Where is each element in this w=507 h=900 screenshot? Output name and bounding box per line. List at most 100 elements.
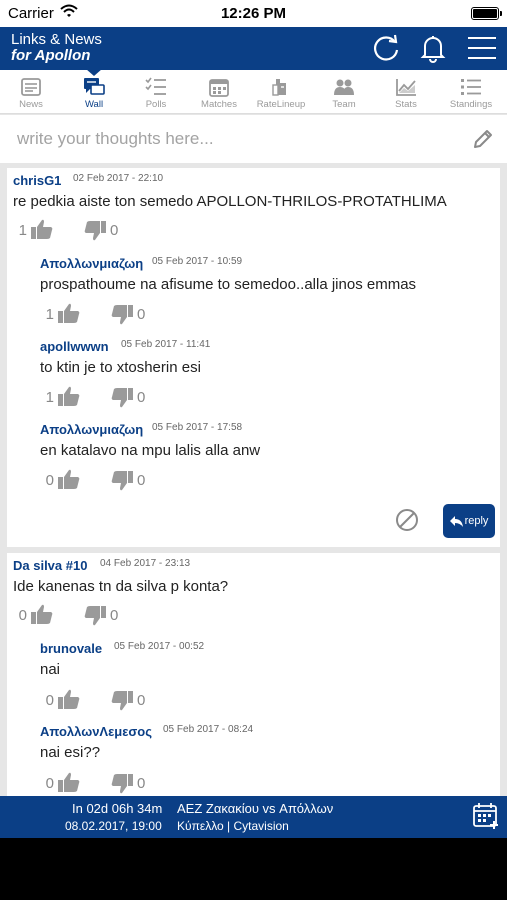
reply-button-label: reply <box>464 515 489 527</box>
reply-author[interactable]: ΑπολλωνΛεμεσος <box>40 724 152 739</box>
tab-wall-label: Wall <box>84 99 104 110</box>
tab-standings[interactable]: Standings <box>440 70 502 114</box>
dislike-count: 0 <box>110 607 119 624</box>
reply-arrow-icon <box>449 515 463 527</box>
clock: 12:26 PM <box>220 5 287 22</box>
post-text: Ide kanenas tn da silva p konta? <box>13 578 229 595</box>
dislike-count: 0 <box>110 222 119 239</box>
tab-team[interactable]: Team <box>313 70 375 114</box>
match-fixture: ΑΕΖ Ζακακίου vs Απόλλων <box>177 801 334 816</box>
dislike-count: 0 <box>137 389 146 406</box>
vote-bar: 0 0 <box>15 602 145 628</box>
tab-news[interactable]: News <box>0 70 62 114</box>
vote-bar: 1 0 <box>15 217 145 243</box>
thumbs-up-icon[interactable] <box>57 770 81 794</box>
post-text: re pedkia aiste ton semedo APOLLON-THRIL… <box>13 193 447 210</box>
thumbs-down-icon[interactable] <box>110 469 134 493</box>
news-icon <box>21 78 41 96</box>
hamburger-menu-icon[interactable] <box>465 31 499 65</box>
compose-input[interactable] <box>0 115 460 163</box>
like-count: 1 <box>45 389 54 406</box>
post-date: 04 Feb 2017 - 23:13 <box>100 558 191 569</box>
reply-date: 05 Feb 2017 - 10:59 <box>152 256 243 267</box>
reply-author[interactable]: Απολλωνμιαζωη <box>40 422 143 437</box>
tab-matches[interactable]: Matches <box>188 70 250 114</box>
thumbs-down-icon[interactable] <box>110 386 134 410</box>
tab-news-label: News <box>19 99 43 110</box>
reply-text: to ktin je to xtosherin esi <box>40 359 201 376</box>
thumbs-down-icon[interactable] <box>110 689 134 713</box>
tab-wall[interactable]: Wall <box>63 70 125 114</box>
thumbs-down-icon[interactable] <box>83 604 107 628</box>
reply-author[interactable]: Απολλωνμιαζωη <box>40 256 143 271</box>
reply-date: 05 Feb 2017 - 00:52 <box>114 641 205 652</box>
reply-author[interactable]: apollwwwn <box>40 339 109 354</box>
tab-bar: News Wall Polls Matches RateLineup Team … <box>0 70 507 114</box>
wall-post: chrisG1 02 Feb 2017 - 22:10 re pedkia ai… <box>7 168 500 547</box>
reply-text: en katalavo na mpu lalis alla anw <box>40 442 261 459</box>
thumbs-down-icon[interactable] <box>83 219 107 243</box>
like-count: 0 <box>18 607 27 624</box>
thumbs-up-icon[interactable] <box>57 384 81 408</box>
match-countdown: In 02d 06h 34m <box>72 801 163 816</box>
vote-bar: 0 0 <box>42 770 172 796</box>
thumbs-up-icon[interactable] <box>57 467 81 491</box>
match-venue: Κύπελλο | Cytavision <box>177 819 289 833</box>
reply-button[interactable]: reply <box>443 504 495 538</box>
reply-date: 05 Feb 2017 - 17:58 <box>152 422 243 433</box>
thumbs-up-icon[interactable] <box>30 602 54 626</box>
dislike-count: 0 <box>137 306 146 323</box>
dislike-count: 0 <box>137 472 146 489</box>
thumbs-down-icon[interactable] <box>110 303 134 327</box>
tab-polls-label: Polls <box>145 99 167 110</box>
battery-icon <box>471 7 502 20</box>
reply-text: prospathoume na afisume to semedoo..alla… <box>40 276 417 293</box>
like-count: 0 <box>45 472 54 489</box>
post-author[interactable]: chrisG1 <box>13 173 61 188</box>
add-to-calendar-icon[interactable] <box>472 802 500 830</box>
thumbs-up-icon[interactable] <box>57 301 81 325</box>
team-icon <box>334 79 354 95</box>
stats-chart-icon <box>396 79 416 96</box>
tab-ratelineup[interactable]: RateLineup <box>250 70 312 114</box>
tab-stats[interactable]: Stats <box>375 70 437 114</box>
reply-date: 05 Feb 2017 - 08:24 <box>163 724 254 735</box>
app-title: Links & News <box>11 31 102 48</box>
like-count: 0 <box>45 692 54 709</box>
app-subtitle: for Apollon <box>11 47 91 64</box>
standings-list-icon <box>461 79 481 95</box>
dislike-count: 0 <box>137 692 146 709</box>
post-author[interactable]: Da silva #10 <box>13 558 87 573</box>
reply-text: nai <box>40 661 61 678</box>
post-date: 02 Feb 2017 - 22:10 <box>73 173 164 184</box>
active-tab-indicator <box>86 69 102 76</box>
vote-bar: 1 0 <box>42 384 172 410</box>
tab-stats-label: Stats <box>395 99 417 110</box>
status-bar: Carrier 12:26 PM <box>0 0 507 27</box>
next-match-bar[interactable]: In 02d 06h 34m 08.02.2017, 19:00 ΑΕΖ Ζακ… <box>0 796 507 838</box>
dislike-count: 0 <box>137 775 146 792</box>
thumbs-down-icon[interactable] <box>110 772 134 796</box>
notifications-bell-icon[interactable] <box>416 31 450 65</box>
wall-chat-icon <box>84 78 105 95</box>
tab-ratelineup-label: RateLineup <box>256 99 306 110</box>
vote-bar: 1 0 <box>42 301 172 327</box>
tab-polls[interactable]: Polls <box>125 70 187 114</box>
reply-date: 05 Feb 2017 - 11:41 <box>121 339 211 350</box>
polls-list-icon <box>145 77 166 95</box>
block-report-icon[interactable] <box>395 508 419 532</box>
calendar-icon <box>209 79 229 97</box>
tab-team-label: Team <box>332 99 356 110</box>
match-datetime: 08.02.2017, 19:00 <box>65 819 162 833</box>
vote-bar: 0 0 <box>42 687 172 713</box>
pencil-edit-icon[interactable] <box>471 127 495 151</box>
reply-text: nai esi?? <box>40 744 101 761</box>
reply-author[interactable]: brunovale <box>40 641 102 656</box>
compose-bar <box>0 115 507 163</box>
thumbs-up-icon[interactable] <box>57 687 81 711</box>
like-count: 1 <box>18 222 27 239</box>
vote-bar: 0 0 <box>42 467 172 493</box>
thumbs-up-icon[interactable] <box>30 217 54 241</box>
tab-matches-label: Matches <box>201 99 237 110</box>
refresh-icon[interactable] <box>369 31 403 65</box>
